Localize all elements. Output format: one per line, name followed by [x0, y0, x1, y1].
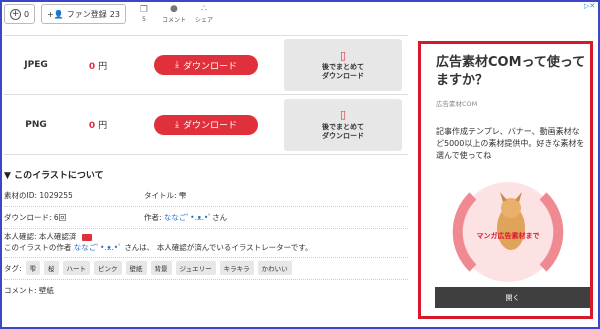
title-value: タイトル: 雫	[144, 191, 187, 200]
tag[interactable]: キラキラ	[219, 261, 254, 276]
tag-list: タグ: 雫 桜 ハート ピンク 壁紙 背景 ジュエリー キラキラ かわいい	[4, 258, 408, 280]
download-table: JPEG 0 円 ⤓ ダウンロード ▯ 後でまとめて ダウンロード PNG 0 …	[4, 35, 408, 155]
tag[interactable]: ハート	[62, 261, 91, 276]
material-id: 素材のID: 1029255	[4, 191, 73, 200]
fan-label: ファン登録	[66, 9, 107, 19]
tag[interactable]: ピンク	[94, 261, 122, 276]
ad-body: 記事作成テンプレ、バナー、動画素材など5000以上の素材提供中。好きな素材を選ん…	[436, 127, 585, 160]
format-label: PNG	[25, 119, 47, 130]
ad-illustration: マンガ広告素材まで	[452, 182, 564, 282]
tag[interactable]: 壁紙	[125, 261, 147, 276]
author-link[interactable]: ななごﾟ•.ᴥ.•ﾟ	[164, 213, 212, 222]
tag[interactable]: 背景	[150, 261, 172, 276]
comment-button[interactable]: ● コメント	[162, 4, 186, 24]
price: 0 円	[88, 121, 108, 131]
share-button[interactable]: ∴ シェア	[192, 4, 216, 24]
comment-icon: ●	[170, 4, 178, 14]
format-label: JPEG	[24, 60, 48, 70]
bookmark-icon: ❐	[139, 5, 148, 15]
fan-count: 23	[109, 9, 120, 19]
comment-value: コメント: 壁紙	[4, 286, 54, 296]
share-icon: ∴	[201, 4, 207, 14]
tag[interactable]: 雫	[25, 261, 41, 276]
tag[interactable]: ジュエリー	[175, 261, 216, 276]
plus-circle-icon: +	[10, 8, 21, 20]
download-row-jpeg: JPEG 0 円 ⤓ ダウンロード ▯ 後でまとめて ダウンロード	[4, 35, 408, 95]
download-row-png: PNG 0 円 ⤓ ダウンロード ▯ 後でまとめて ダウンロード	[4, 95, 408, 155]
ad-banner[interactable]: 広告素材COMって使ってますか？ 広告素材COM 記事作成テンプレ、バナー、動画…	[418, 41, 593, 319]
tags-label: タグ:	[4, 263, 22, 273]
tag[interactable]: かわいい	[257, 261, 292, 276]
download-icon: ⤓	[175, 119, 179, 130]
info-row: 素材のID: 1029255 タイトル: 雫	[4, 185, 408, 207]
add-user-icon: +👤	[47, 9, 64, 19]
comment-label: コメント	[161, 17, 186, 24]
section-heading: ▼ このイラストについて	[4, 171, 104, 181]
action-bar: + 0 +👤 ファン登録 23 ❐ 5 ● コメント ∴ シェア	[4, 3, 216, 25]
ad-open-button[interactable]: 開く	[435, 287, 590, 308]
download-count: ダウンロード: 6回	[4, 213, 67, 222]
collection-button[interactable]: ❐ 5	[132, 5, 156, 23]
price: 0 円	[88, 61, 108, 72]
download-button[interactable]: ⤓ ダウンロード	[154, 114, 258, 135]
folder-icon: ▯	[339, 108, 347, 122]
verify-status: 本人確認: 本人確認済	[4, 232, 77, 241]
fan-register-button[interactable]: +👤 ファン登録 23	[41, 4, 126, 24]
id-card-icon	[82, 233, 93, 241]
share-label: シェア	[194, 17, 213, 24]
info-row: ダウンロード: 6回 作者: ななごﾟ•.ᴥ.•ﾟさん	[4, 207, 408, 229]
author: 作者: ななごﾟ•.ᴥ.•ﾟさん	[144, 213, 228, 222]
ad-source: 広告素材COM	[436, 100, 478, 108]
download-later-button[interactable]: ▯ 後でまとめて ダウンロード	[284, 98, 402, 151]
follow-button[interactable]: + 0	[4, 4, 36, 24]
download-button[interactable]: ⤓ ダウンロード	[154, 55, 258, 75]
ad-title: 広告素材COMって使ってますか？	[436, 55, 586, 88]
adchoices-icon[interactable]: ▷✕	[584, 2, 595, 10]
folder-icon: ▯	[339, 48, 347, 62]
verification-info: 本人確認: 本人確認済 このイラストの作者 ななごﾟ•.ᴥ.•ﾟ さんは、 本人…	[4, 229, 408, 258]
collection-count: 5	[142, 16, 146, 23]
follow-count: 0	[24, 9, 30, 19]
download-icon: ⤓	[175, 60, 179, 70]
illustration-info: ▼ このイラストについて 素材のID: 1029255 タイトル: 雫 ダウンロ…	[4, 168, 408, 302]
tag[interactable]: 桜	[44, 261, 59, 276]
ad-art-text: マンガ広告素材まで	[477, 231, 540, 240]
author-link[interactable]: ななごﾟ•.ᴥ.•ﾟ	[74, 243, 122, 252]
download-later-button[interactable]: ▯ 後でまとめて ダウンロード	[284, 39, 402, 91]
